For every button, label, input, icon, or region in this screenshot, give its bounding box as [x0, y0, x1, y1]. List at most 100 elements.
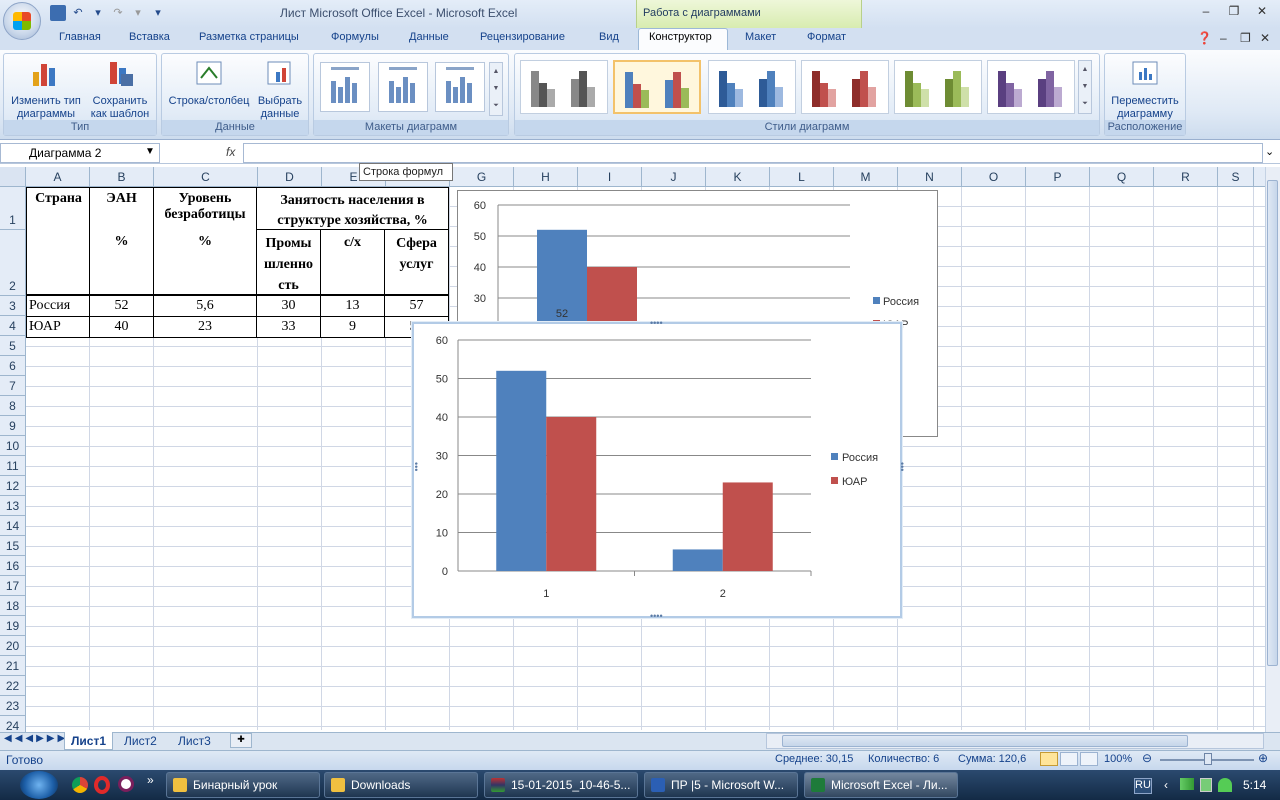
formula-input[interactable]: [243, 143, 1263, 163]
redo-icon[interactable]: ↷: [110, 5, 126, 21]
chart-style-5[interactable]: [894, 60, 982, 114]
header-services[interactable]: Сфера услуг: [384, 229, 449, 295]
row-header-13[interactable]: 13: [0, 496, 26, 516]
table-cell[interactable]: 13: [320, 295, 385, 317]
header-country[interactable]: Страна: [26, 187, 90, 295]
column-header-N[interactable]: N: [898, 167, 962, 187]
chart-style-1[interactable]: [520, 60, 608, 114]
taskbar-item-word[interactable]: ПР |5 - Microsoft W...: [644, 772, 798, 798]
insert-function-button[interactable]: fx: [162, 143, 242, 163]
row-header-3[interactable]: 3: [0, 296, 26, 316]
row-header-21[interactable]: 21: [0, 656, 26, 676]
normal-view-icon[interactable]: [1040, 752, 1058, 766]
column-header-H[interactable]: H: [514, 167, 578, 187]
media-player-icon[interactable]: [118, 776, 134, 792]
header-ean-pct[interactable]: %: [89, 229, 154, 295]
table-cell[interactable]: 33: [256, 316, 321, 338]
column-header-K[interactable]: K: [706, 167, 770, 187]
row-header-15[interactable]: 15: [0, 536, 26, 556]
row-header-10[interactable]: 10: [0, 436, 26, 456]
layout-thumb-3[interactable]: [435, 62, 485, 112]
name-box-dropdown-icon[interactable]: ▼: [145, 146, 155, 157]
styles-gallery-scroll[interactable]: ▲ ▼ ⏷: [1078, 60, 1092, 114]
row-header-14[interactable]: 14: [0, 516, 26, 536]
select-data-button[interactable]: Выбрать данные: [254, 58, 306, 121]
header-ean[interactable]: ЭАН: [89, 187, 154, 230]
page-layout-view-icon[interactable]: [1060, 752, 1078, 766]
row-header-2[interactable]: 2: [0, 230, 26, 296]
header-unemployment-pct[interactable]: %: [153, 229, 257, 295]
table-cell[interactable]: ЮАР: [26, 316, 90, 338]
horizontal-scroll-thumb[interactable]: [782, 735, 1188, 747]
insert-sheet-icon[interactable]: ✚: [230, 733, 252, 748]
column-header-Q[interactable]: Q: [1090, 167, 1154, 187]
table-cell[interactable]: Россия: [26, 295, 90, 317]
row-header-9[interactable]: 9: [0, 416, 26, 436]
taskbar-overflow-icon[interactable]: »: [147, 773, 154, 787]
tab-insert[interactable]: Вставка: [129, 31, 170, 49]
zoom-out-icon[interactable]: ⊖: [1142, 751, 1152, 765]
row-header-23[interactable]: 23: [0, 696, 26, 716]
table-cell[interactable]: 57: [384, 295, 449, 317]
column-header-R[interactable]: R: [1154, 167, 1218, 187]
language-indicator[interactable]: RU: [1134, 778, 1152, 794]
workbook-close-icon[interactable]: ✕: [1260, 31, 1270, 45]
row-header-7[interactable]: 7: [0, 376, 26, 396]
layout-thumb-1[interactable]: [320, 62, 370, 112]
customize-qat-icon[interactable]: ▾: [150, 5, 166, 21]
column-header-O[interactable]: O: [962, 167, 1026, 187]
chart-style-2-selected[interactable]: [613, 60, 701, 114]
taskbar-item-archive[interactable]: 15-01-2015_10-46-5...: [484, 772, 638, 798]
table-cell[interactable]: 5,6: [153, 295, 257, 317]
chart-resize-handle-right[interactable]: •••: [897, 462, 907, 471]
tab-review[interactable]: Рецензирование: [480, 31, 565, 49]
sheet-tab-1[interactable]: Лист1: [64, 732, 114, 750]
row-header-12[interactable]: 12: [0, 476, 26, 496]
chart-resize-handle-top[interactable]: ••••: [650, 318, 663, 328]
table-cell[interactable]: 23: [153, 316, 257, 338]
page-break-view-icon[interactable]: [1080, 752, 1098, 766]
zoom-slider-thumb[interactable]: [1204, 753, 1212, 765]
status-sum[interactable]: Сумма: 120,6: [958, 753, 1026, 765]
column-header-M[interactable]: M: [834, 167, 898, 187]
row-header-8[interactable]: 8: [0, 396, 26, 416]
change-chart-type-button[interactable]: Изменить тип диаграммы: [6, 58, 86, 121]
tab-home[interactable]: Главная: [59, 31, 101, 49]
help-icon[interactable]: ❓: [1197, 31, 1212, 45]
taskbar-item-binary-lesson[interactable]: Бинарный урок: [166, 772, 320, 798]
chrome-icon[interactable]: [72, 777, 88, 793]
row-header-1[interactable]: 1: [0, 187, 26, 230]
move-chart-button[interactable]: Переместить диаграмму: [1106, 58, 1184, 121]
column-header-P[interactable]: P: [1026, 167, 1090, 187]
column-header-I[interactable]: I: [578, 167, 642, 187]
sheet-tab-2[interactable]: Лист2: [118, 732, 163, 750]
tab-layout[interactable]: Макет: [745, 31, 776, 49]
name-box[interactable]: Диаграмма 2: [0, 143, 160, 163]
zoom-level[interactable]: 100%: [1104, 753, 1132, 765]
header-unemployment[interactable]: Уровень безработицы: [153, 187, 257, 230]
row-header-4[interactable]: 4: [0, 316, 26, 336]
workbook-minimize-icon[interactable]: –: [1220, 31, 1227, 45]
save-icon[interactable]: [50, 5, 66, 21]
undo-icon[interactable]: ↶: [70, 5, 86, 21]
tab-formulas[interactable]: Формулы: [331, 31, 379, 49]
close-icon[interactable]: ✕: [1252, 4, 1272, 20]
header-industry[interactable]: Промы шленно сть: [256, 229, 321, 295]
minimize-icon[interactable]: –: [1196, 4, 1216, 20]
chart-style-3[interactable]: [708, 60, 796, 114]
tab-page-layout[interactable]: Разметка страницы: [199, 31, 299, 49]
sheet-tab-3[interactable]: Лист3: [172, 732, 217, 750]
layout-thumb-2[interactable]: [378, 62, 428, 112]
tab-format[interactable]: Формат: [807, 31, 846, 49]
office-button[interactable]: [3, 2, 41, 40]
clock[interactable]: 5:14: [1243, 778, 1266, 792]
switch-row-column-button[interactable]: Строка/столбец: [164, 58, 254, 108]
column-header-D[interactable]: D: [258, 167, 322, 187]
sheet-nav-arrows[interactable]: ◀◀◀▶▶▶: [4, 733, 68, 744]
row-header-6[interactable]: 6: [0, 356, 26, 376]
row-header-11[interactable]: 11: [0, 456, 26, 476]
signal-icon[interactable]: [1180, 778, 1194, 790]
column-header-A[interactable]: A: [26, 167, 90, 187]
workbook-restore-icon[interactable]: ❐: [1240, 31, 1251, 45]
tab-view[interactable]: Вид: [599, 31, 619, 49]
